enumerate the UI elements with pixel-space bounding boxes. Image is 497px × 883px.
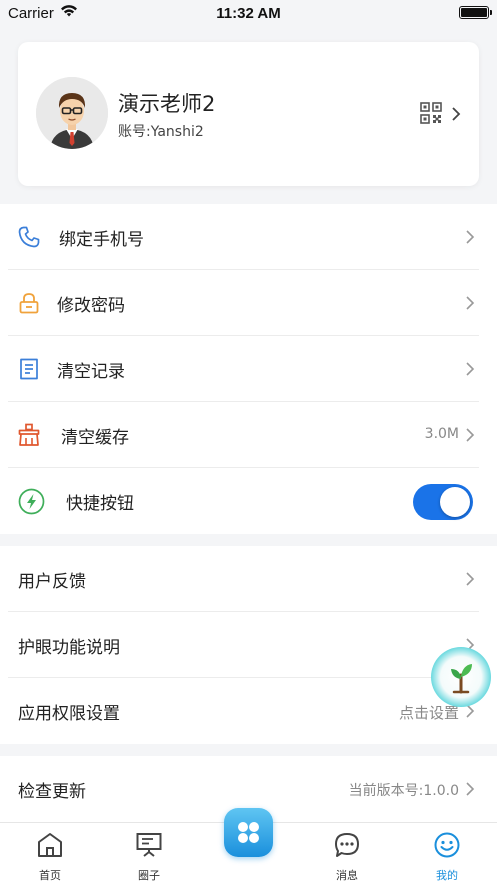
change-password-row[interactable]: 修改密码 [0,270,497,336]
sprout-icon [451,664,472,694]
lightning-icon [18,488,45,515]
chevron-right-icon [466,782,475,796]
tab-label: 首页 [39,869,61,882]
row-label: 修改密码 [57,296,125,316]
tab-label: 圈子 [138,869,160,882]
row-label: 检查更新 [18,782,86,802]
tab-home[interactable]: 首页 [10,823,90,883]
qr-code-icon[interactable] [420,102,442,124]
presentation-board-icon [136,833,162,857]
clear-records-row[interactable]: 清空记录 [0,336,497,402]
chevron-right-icon [466,230,475,244]
tab-messages[interactable]: 消息 [307,823,387,883]
shortcut-button-row: 快捷按钮 [0,468,497,534]
settings-group-help: 用户反馈 护眼功能说明 应用权限设置 点击设置 [0,546,497,744]
chat-bubble-icon [335,833,359,857]
home-icon [38,833,62,857]
floating-eye-care-button[interactable] [431,647,491,707]
clear-cache-row[interactable]: 清空缓存 3.0M [0,402,497,468]
avatar[interactable] [36,77,108,149]
profile-name: 演示老师2 [118,92,216,116]
chevron-right-icon [466,572,475,586]
row-label: 清空缓存 [61,428,129,448]
document-icon [20,358,38,380]
lock-icon [19,293,39,314]
phone-icon [18,226,40,248]
row-label: 清空记录 [57,362,125,382]
center-apps-button[interactable] [224,808,273,857]
battery-icon [459,6,492,19]
apps-grid-icon [238,822,259,843]
bind-phone-row[interactable]: 绑定手机号 [0,204,497,270]
row-label: 应用权限设置 [18,704,120,724]
app-permission-row[interactable]: 应用权限设置 点击设置 [0,678,497,744]
version-value: 当前版本号:1.0.0 [348,783,459,799]
row-label: 快捷按钮 [66,494,134,514]
tab-label: 消息 [336,869,358,882]
tab-circle[interactable]: 圈子 [109,823,189,883]
broom-icon [18,423,40,446]
tab-mine[interactable]: 我的 [407,823,487,883]
chevron-right-icon [466,428,475,442]
status-bar: Carrier 11:32 AM [0,0,497,28]
status-time: 11:32 AM [216,5,281,22]
user-feedback-row[interactable]: 用户反馈 [0,546,497,612]
eye-care-info-row[interactable]: 护眼功能说明 [0,612,497,678]
row-label: 绑定手机号 [59,230,144,250]
row-label: 用户反馈 [18,572,86,592]
cache-size-value: 3.0M [424,426,459,442]
smiley-face-icon [434,832,460,858]
chevron-right-icon [466,296,475,310]
chevron-right-icon[interactable] [451,106,461,122]
row-label: 护眼功能说明 [18,638,120,658]
toggle-knob [440,487,470,517]
settings-group-account: 绑定手机号 修改密码 清空记录 清空缓存 3.0M 快捷按钮 [0,204,497,534]
profile-account: 账号:Yanshi2 [118,124,204,140]
chevron-right-icon [466,362,475,376]
shortcut-toggle[interactable] [413,484,473,520]
profile-card[interactable]: 演示老师2 账号:Yanshi2 [18,42,479,186]
tab-label: 我的 [436,869,458,882]
